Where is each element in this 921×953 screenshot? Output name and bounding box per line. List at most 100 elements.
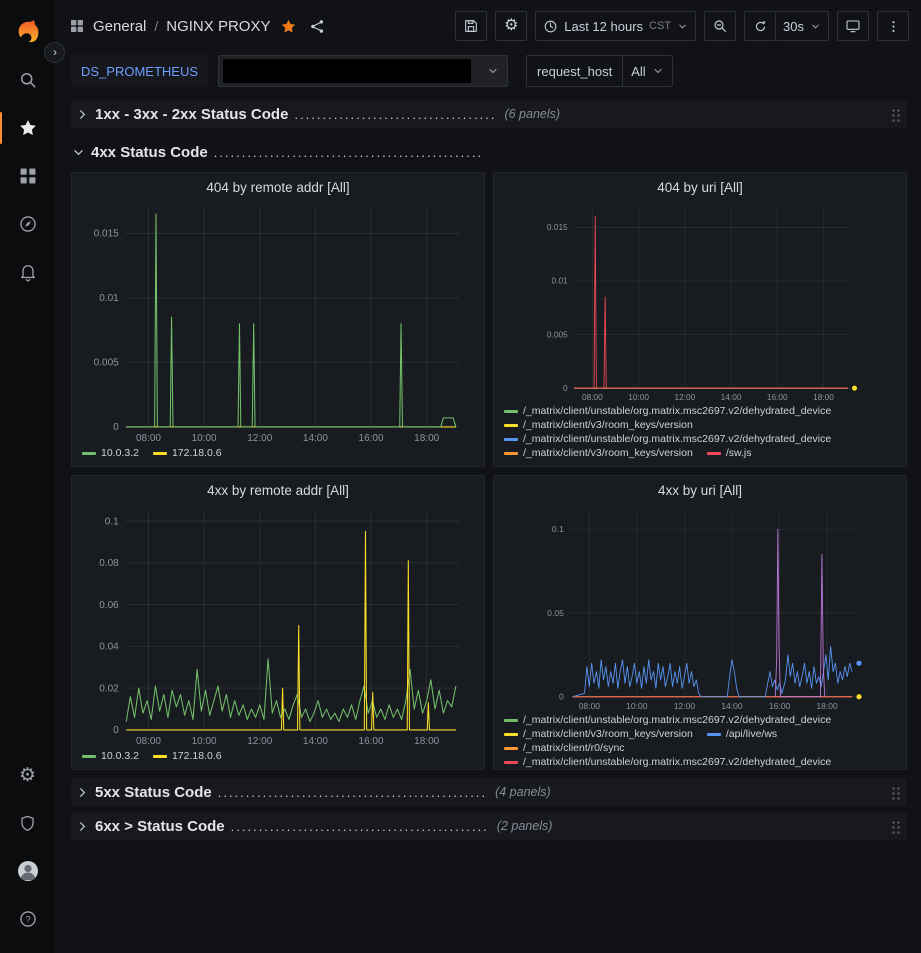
row-panel-count: (4 panels) xyxy=(495,785,551,799)
help-icon[interactable]: ? xyxy=(0,895,55,943)
panel-404-by-remote-addr: 404 by remote addr [All] 0 0.005 0.01 0.015… xyxy=(71,172,485,467)
svg-text:0.005: 0.005 xyxy=(94,358,119,369)
legend-item[interactable]: /_matrix/client/v3/room_keys/version xyxy=(504,728,693,740)
row-header-4xx[interactable]: 4xx Status Code ........................… xyxy=(71,138,907,166)
legend-series-color xyxy=(707,733,721,736)
row-drag-handle[interactable] xyxy=(891,819,901,834)
share-icon[interactable] xyxy=(307,16,328,37)
legend-series-color xyxy=(504,452,518,455)
svg-text:16:00: 16:00 xyxy=(769,701,791,711)
breadcrumb-section[interactable]: General xyxy=(93,18,146,35)
chevron-down-icon xyxy=(73,147,84,158)
sidebar-expand-button[interactable]: › xyxy=(44,42,65,63)
starred-icon[interactable] xyxy=(0,104,55,152)
legend-series-color xyxy=(153,452,167,455)
search-icon[interactable] xyxy=(0,56,55,104)
svg-text:0: 0 xyxy=(563,383,568,393)
dashboards-icon[interactable] xyxy=(0,152,55,200)
legend-series-color xyxy=(707,452,721,455)
save-dashboard-button[interactable] xyxy=(455,11,487,41)
legend-item[interactable]: 10.0.3.2 xyxy=(82,447,139,459)
dashboard-settings-button[interactable]: ⚙ xyxy=(495,11,527,41)
legend-item[interactable]: /sw.js xyxy=(707,447,752,459)
row-drag-handle[interactable] xyxy=(891,785,901,800)
row-header-1xx[interactable]: 1xx - 3xx - 2xx Status Code ............… xyxy=(71,100,907,128)
legend-item[interactable]: 10.0.3.2 xyxy=(82,750,139,762)
legend-series-label: /_matrix/client/unstable/org.matrix.msc2… xyxy=(523,756,831,768)
tv-icon xyxy=(845,18,861,34)
svg-text:14:00: 14:00 xyxy=(303,736,328,747)
explore-icon[interactable] xyxy=(0,200,55,248)
time-series-chart[interactable]: 00.050.108:0010:0012:0014:0016:0018:00 xyxy=(494,501,906,713)
time-zone-label: CST xyxy=(649,20,671,32)
refresh-button[interactable] xyxy=(744,11,776,41)
row-title-dots: ........................................… xyxy=(218,785,487,800)
legend-item[interactable]: /_matrix/client/unstable/org.matrix.msc2… xyxy=(504,405,831,417)
legend-item[interactable]: /_matrix/client/unstable/org.matrix.msc2… xyxy=(504,433,831,445)
favorite-star-icon[interactable] xyxy=(278,16,299,37)
time-series-chart[interactable]: 00.0050.010.01508:0010:0012:0014:0016:00… xyxy=(494,198,906,404)
refresh-interval-picker[interactable]: 30s xyxy=(775,11,829,41)
legend-series-label: /_matrix/client/v3/room_keys/version xyxy=(523,419,693,431)
row-header-6xx[interactable]: 6xx > Status Code ......................… xyxy=(71,812,907,840)
legend-series-label: /sw.js xyxy=(726,447,752,459)
datasource-select[interactable] xyxy=(218,55,508,87)
svg-text:0.05: 0.05 xyxy=(547,608,564,618)
svg-text:12:00: 12:00 xyxy=(674,392,695,402)
row-title-dots: ........................................… xyxy=(214,145,483,160)
svg-text:0.01: 0.01 xyxy=(99,293,119,304)
time-series-chart[interactable]: 00.020.040.060.080.108:0010:0012:0014:00… xyxy=(72,501,484,749)
legend-item[interactable]: /_matrix/client/r0/sync xyxy=(504,742,625,754)
tv-mode-button[interactable] xyxy=(837,11,869,41)
svg-text:12:00: 12:00 xyxy=(674,701,696,711)
legend-series-label: /api/live/ws xyxy=(726,728,777,740)
time-range-picker[interactable]: Last 12 hours CST xyxy=(535,11,696,41)
svg-text:16:00: 16:00 xyxy=(767,392,788,402)
legend-item[interactable]: /_matrix/client/unstable/org.matrix.msc2… xyxy=(504,714,831,726)
legend-series-label: /_matrix/client/unstable/org.matrix.msc2… xyxy=(523,433,831,445)
settings-icon[interactable]: ⚙ xyxy=(0,751,55,799)
svg-text:16:00: 16:00 xyxy=(359,736,384,747)
legend-item[interactable]: /api/live/ws xyxy=(707,728,777,740)
row-title-dots: ........................................… xyxy=(231,819,489,834)
svg-text:0: 0 xyxy=(113,422,119,433)
svg-text:0.015: 0.015 xyxy=(94,229,119,240)
svg-text:14:00: 14:00 xyxy=(303,433,328,444)
svg-text:18:00: 18:00 xyxy=(414,736,439,747)
panel-title[interactable]: 4xx by uri [All] xyxy=(494,476,906,501)
legend-series-label: /_matrix/client/v3/room_keys/version xyxy=(523,447,693,459)
admin-shield-icon[interactable] xyxy=(0,799,55,847)
legend-item[interactable]: /_matrix/client/v3/room_keys/version xyxy=(504,419,693,431)
user-avatar[interactable] xyxy=(0,847,55,895)
request-host-value: All xyxy=(631,64,645,79)
legend-series-color xyxy=(153,755,167,758)
row-header-5xx[interactable]: 5xx Status Code ........................… xyxy=(71,778,907,806)
chart-legend: /_matrix/client/unstable/org.matrix.msc2… xyxy=(494,713,906,769)
request-host-label[interactable]: request_host xyxy=(526,55,623,87)
alerting-icon[interactable] xyxy=(0,248,55,296)
svg-text:08:00: 08:00 xyxy=(136,433,161,444)
zoom-out-button[interactable] xyxy=(704,11,736,41)
svg-text:14:00: 14:00 xyxy=(721,392,742,402)
row-panel-count: (6 panels) xyxy=(504,107,560,121)
svg-text:10:00: 10:00 xyxy=(192,433,217,444)
kebab-menu-icon[interactable] xyxy=(877,11,909,41)
time-series-chart[interactable]: 00.0050.010.01508:0010:0012:0014:0016:00… xyxy=(72,198,484,446)
clock-icon xyxy=(543,19,558,34)
panel-title[interactable]: 4xx by remote addr [All] xyxy=(72,476,484,501)
legend-item[interactable]: /_matrix/client/v3/room_keys/version xyxy=(504,447,693,459)
request-host-select[interactable]: All xyxy=(622,55,672,87)
legend-item[interactable]: /_matrix/client/unstable/org.matrix.msc2… xyxy=(504,756,831,768)
dashboard-title[interactable]: NGINX PROXY xyxy=(166,18,270,35)
row-drag-handle[interactable] xyxy=(891,107,901,122)
svg-text:?: ? xyxy=(25,914,30,924)
panel-title[interactable]: 404 by uri [All] xyxy=(494,173,906,198)
legend-series-color xyxy=(504,719,518,722)
svg-text:14:00: 14:00 xyxy=(721,701,743,711)
legend-item[interactable]: 172.18.0.6 xyxy=(153,750,222,762)
legend-series-color xyxy=(504,438,518,441)
nav-sidebar: ⚙ ? xyxy=(0,0,55,953)
svg-text:0: 0 xyxy=(113,725,119,736)
panel-title[interactable]: 404 by remote addr [All] xyxy=(72,173,484,198)
legend-item[interactable]: 172.18.0.6 xyxy=(153,447,222,459)
